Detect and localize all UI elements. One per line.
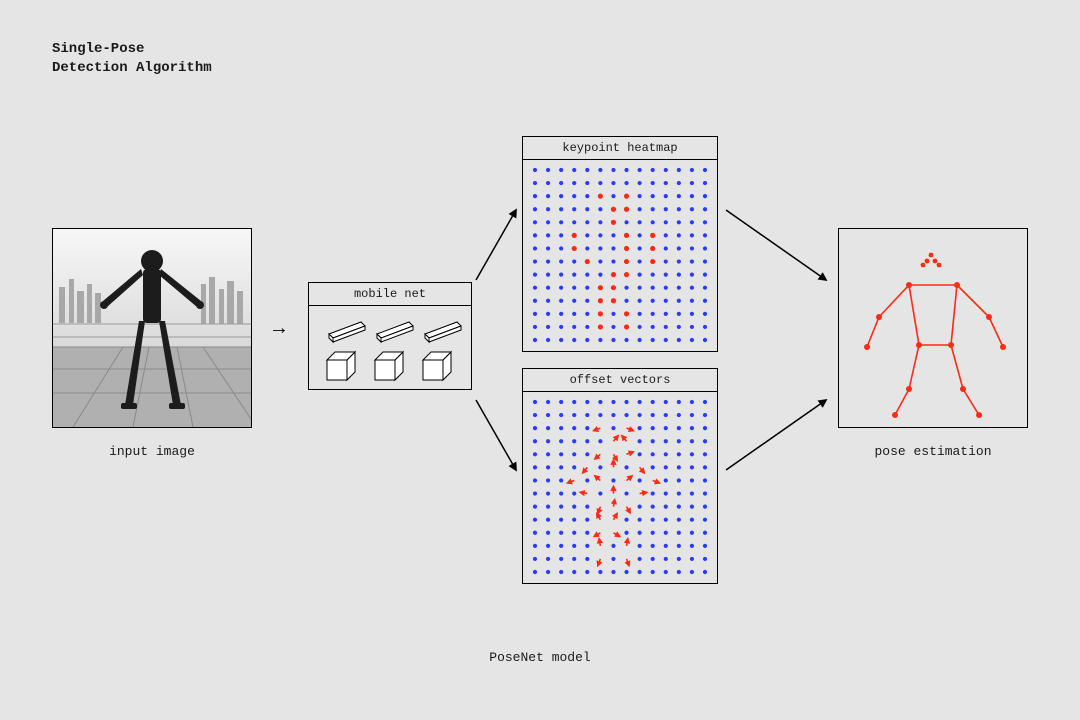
figure-caption: PoseNet model xyxy=(0,650,1080,665)
input-image-label: input image xyxy=(52,444,252,459)
keypoint-heatmap-grid xyxy=(523,160,717,350)
page-title: Single-Pose Detection Algorithm xyxy=(52,40,212,78)
mobilenet-illustration xyxy=(309,306,471,388)
pose-skeleton xyxy=(839,229,1027,427)
input-image-illustration xyxy=(53,229,251,427)
pose-estimation-panel xyxy=(838,228,1028,428)
keypoint-heatmap-header: keypoint heatmap xyxy=(523,137,717,160)
offset-vectors-panel: offset vectors xyxy=(522,368,718,584)
keypoint-heatmap-panel: keypoint heatmap xyxy=(522,136,718,352)
mobilenet-panel: mobile net xyxy=(308,282,472,390)
merge-arrows xyxy=(720,170,840,510)
offset-vectors-header: offset vectors xyxy=(523,369,717,392)
branch-arrows xyxy=(470,170,530,510)
input-image-panel xyxy=(52,228,252,428)
pose-estimation-label: pose estimation xyxy=(838,444,1028,459)
offset-vectors-grid xyxy=(523,392,717,582)
mobilenet-header: mobile net xyxy=(309,283,471,306)
arrow-right-icon: → xyxy=(273,318,285,341)
